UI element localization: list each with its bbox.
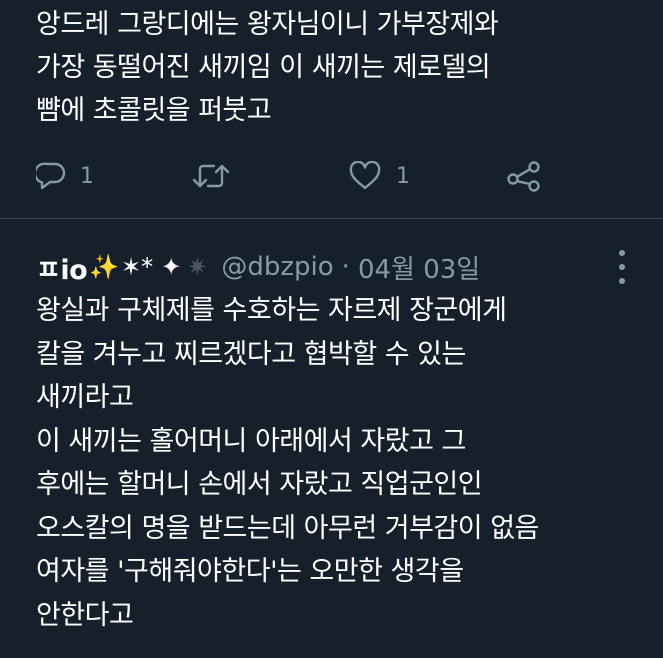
tweet-text-line: 앙드레 그랑디에는 왕자님이니 가부장제와 <box>36 9 499 40</box>
reply-button[interactable]: 1 <box>36 156 94 196</box>
tweet-text-line: 안한다고 <box>36 599 134 631</box>
tweet-text-line: 칼을 겨누고 찌르겠다고 협박할 수 있는 <box>36 338 466 370</box>
tweet-text: 왕실과 구체제를 수호하는 자르제 장군에게 칼을 겨누고 찌르겠다고 협박할 … <box>36 289 656 637</box>
tweet-header: ㅍio ✨ ✶* ✦ ✷ @dbzpio · 04월 03일 <box>36 246 636 288</box>
like-button[interactable]: 1 <box>348 156 410 196</box>
tweet-date[interactable]: 04월 03일 <box>358 249 480 286</box>
like-icon <box>348 161 382 191</box>
retweet-button[interactable] <box>191 156 245 196</box>
tweet-text-line: 가장 동떨어진 새끼임 이 새끼는 제로델의 <box>36 52 491 83</box>
more-options-icon[interactable] <box>612 250 632 284</box>
tweet-text-line: 후에는 할머니 손에서 자랐고 직업군인인 <box>36 469 483 500</box>
dark-star-emoji: ✷ <box>187 253 208 281</box>
reply-icon <box>36 161 66 191</box>
tweet-text-line: 여자를 '구해줘야한다'는 오만한 생각을 <box>36 556 464 587</box>
tweet-divider <box>0 218 663 219</box>
tweet-text-line: 뺨에 초콜릿을 퍼붓고 <box>36 95 272 126</box>
star-emoji: ✦ <box>161 253 182 281</box>
reply-count: 1 <box>80 163 94 189</box>
tweet-text: 앙드레 그랑디에는 왕자님이니 가부장제와 가장 동떨어진 새끼임 이 새끼는 … <box>36 3 656 132</box>
tweet-text-line: 왕실과 구체제를 수호하는 자르제 장군에게 <box>36 295 507 326</box>
stars-emoji: ✶* <box>121 253 154 281</box>
retweet-icon <box>191 161 231 191</box>
display-name[interactable]: ㅍio <box>36 248 88 287</box>
tweet-text-line: 새끼라고 <box>36 382 134 413</box>
tweet-text-line: 오스칼의 명을 받드는데 아무런 거부감이 없음 <box>36 512 539 544</box>
tweet-text-line: 이 새끼는 홀어머니 아래에서 자랐고 그 <box>36 425 466 457</box>
separator-dot: · <box>341 252 350 282</box>
share-icon <box>506 160 544 192</box>
user-handle[interactable]: @dbzpio <box>221 252 333 282</box>
sparkles-emoji: ✨ <box>89 253 120 281</box>
tweet-action-bar: 1 1 <box>36 156 556 196</box>
like-count: 1 <box>396 163 410 189</box>
share-button[interactable] <box>506 156 544 196</box>
